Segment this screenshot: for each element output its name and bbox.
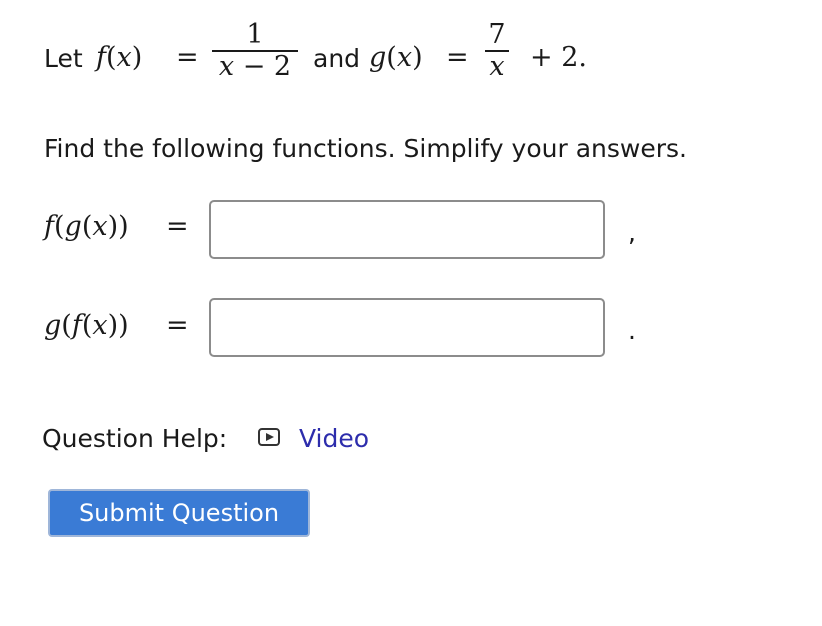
g-numerator: 7 [488, 19, 506, 50]
gof-trailing-period: . [628, 316, 636, 345]
instructions-text: Find the following functions. Simplify y… [44, 134, 687, 163]
play-icon[interactable] [258, 428, 280, 446]
let-label: Let [44, 44, 83, 73]
and-label: and [313, 44, 361, 73]
equals-sign-fog: = [166, 211, 189, 242]
fog-answer-input[interactable] [209, 200, 605, 259]
fog-trailing-comma: , [628, 218, 636, 247]
g-of-x-label: g(x) [369, 42, 423, 73]
f-numerator: 1 [246, 19, 264, 50]
f-denominator: x − 2 [218, 51, 292, 82]
g-denominator: x [489, 51, 505, 82]
gof-answer-input[interactable] [209, 298, 605, 357]
submit-question-button[interactable]: Submit Question [48, 489, 310, 537]
g-plus-term: + 2. [530, 42, 587, 73]
f-fraction: 1 x − 2 [212, 20, 298, 82]
g-fraction: 7 x [482, 20, 512, 82]
equals-sign-gof: = [166, 310, 189, 341]
gof-label: g(f(x)) [44, 310, 129, 341]
equals-sign-f: = [176, 42, 199, 73]
fog-label: f(g(x)) [44, 211, 129, 242]
play-triangle-icon [266, 433, 274, 441]
video-link[interactable]: Video [299, 424, 369, 453]
equals-sign-g: = [446, 42, 469, 73]
f-of-x-label: f(x) [96, 42, 143, 73]
question-help-label: Question Help: [42, 424, 228, 453]
